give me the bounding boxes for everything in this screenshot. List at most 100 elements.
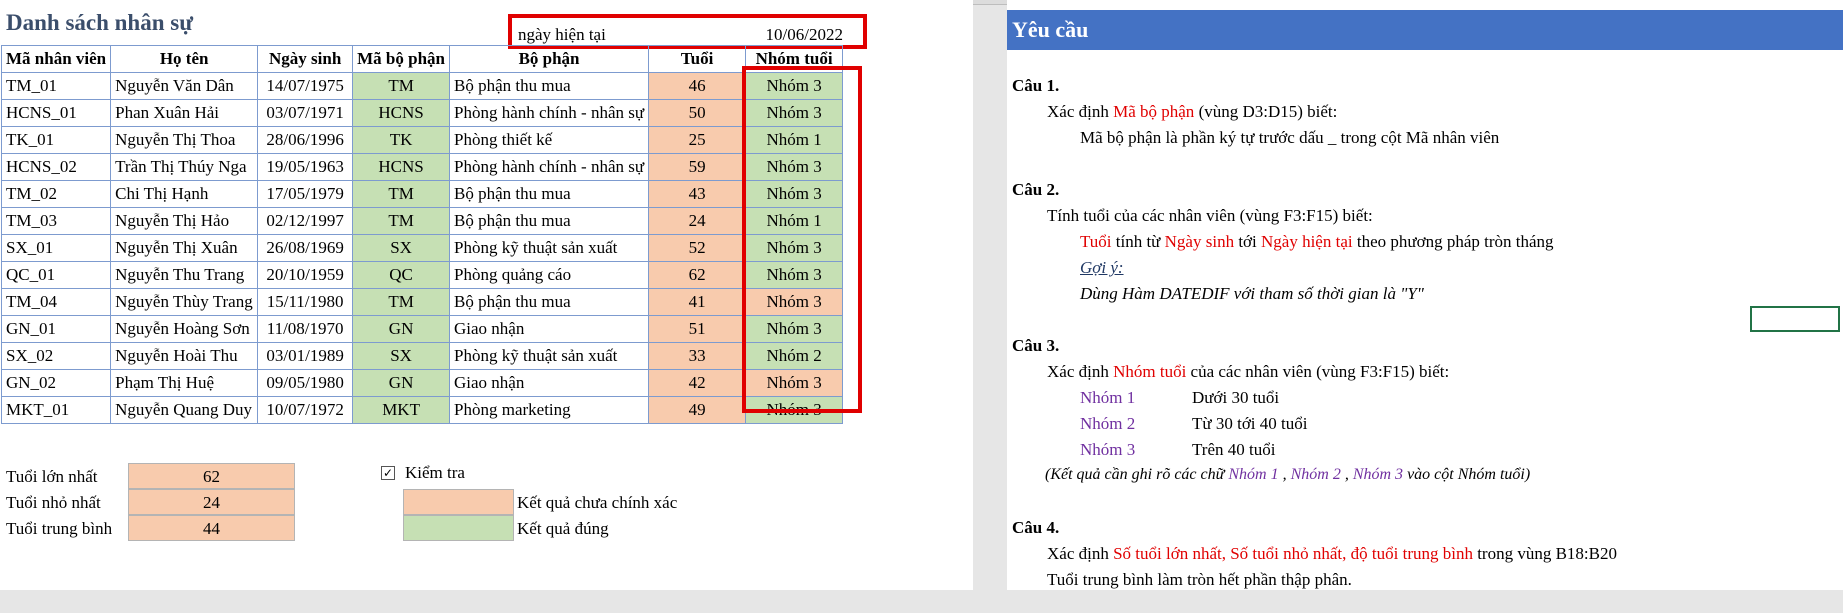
employee-id-cell[interactable]: GN_01 — [0, 315, 112, 343]
age-cell[interactable]: 41 — [648, 288, 747, 316]
full-name-cell[interactable]: Nguyễn Hoàng Sơn — [110, 315, 259, 343]
full-name-cell[interactable]: Nguyễn Hoài Thu — [110, 342, 259, 370]
department-cell[interactable]: Bộ phận thu mua — [449, 72, 650, 100]
current-date-value[interactable]: 10/06/2022 — [766, 25, 843, 45]
employee-id-cell[interactable]: HCNS_02 — [0, 153, 112, 181]
age-cell[interactable]: 46 — [648, 72, 747, 100]
q3-heading: Câu 3. — [1012, 336, 1060, 355]
table-row: HCNS_01 Phan Xuân Hải 03/07/1971 HCNS Phòng … — [0, 99, 844, 127]
header-cell[interactable]: Họ tên — [110, 45, 259, 73]
full-name-cell[interactable]: Trần Thị Thúy Nga — [110, 153, 259, 181]
department-cell[interactable]: Phòng thiết kế — [449, 126, 650, 154]
header-cell[interactable]: Mã nhân viên — [0, 45, 112, 73]
q1-heading: Câu 1. — [1012, 76, 1060, 95]
age-cell[interactable]: 59 — [648, 153, 747, 181]
dept-code-cell[interactable]: MKT — [352, 396, 451, 424]
department-cell[interactable]: Bộ phận thu mua — [449, 180, 650, 208]
department-cell[interactable]: Phòng marketing — [449, 396, 650, 424]
age-cell[interactable]: 49 — [648, 396, 747, 424]
q3-group1-name: Nhóm 1 — [1080, 388, 1136, 407]
birth-date-cell[interactable]: 03/01/1989 — [257, 342, 354, 370]
department-cell[interactable]: Phòng kỹ thuật sản xuất — [449, 342, 650, 370]
employee-id-cell[interactable]: HCNS_01 — [0, 99, 112, 127]
full-name-cell[interactable]: Nguyễn Thị Thoa — [110, 126, 259, 154]
employee-id-cell[interactable]: SX_01 — [0, 234, 112, 262]
age-cell[interactable]: 50 — [648, 99, 747, 127]
employee-id-cell[interactable]: MKT_01 — [0, 396, 112, 424]
employee-id-cell[interactable]: TM_01 — [0, 72, 112, 100]
department-cell[interactable]: Giao nhận — [449, 369, 650, 397]
q4-heading: Câu 4. — [1012, 518, 1060, 537]
full-name-cell[interactable]: Nguyễn Quang Duy — [110, 396, 259, 424]
employee-id-cell[interactable]: TM_03 — [0, 207, 112, 235]
department-cell[interactable]: Phòng hành chính - nhân sự — [449, 99, 650, 127]
employee-id-cell[interactable]: TM_02 — [0, 180, 112, 208]
dept-code-cell[interactable]: TK — [352, 126, 451, 154]
dept-code-cell[interactable]: HCNS — [352, 99, 451, 127]
dept-code-cell[interactable]: TM — [352, 180, 451, 208]
age-cell[interactable]: 43 — [648, 180, 747, 208]
employee-id-cell[interactable]: TK_01 — [0, 126, 112, 154]
department-cell[interactable]: Bộ phận thu mua — [449, 288, 650, 316]
department-cell[interactable]: Phòng quảng cáo — [449, 261, 650, 289]
employee-table: Mã nhân viên Họ tên Ngày sinh Mã bộ phận… — [0, 45, 844, 424]
age-cell[interactable]: 62 — [648, 261, 747, 289]
birth-date-cell[interactable]: 19/05/1963 — [257, 153, 354, 181]
dept-code-cell[interactable]: GN — [352, 315, 451, 343]
age-cell[interactable]: 42 — [648, 369, 747, 397]
age-cell[interactable]: 24 — [648, 207, 747, 235]
department-cell[interactable]: Bộ phận thu mua — [449, 207, 650, 235]
dept-code-cell[interactable]: QC — [352, 261, 451, 289]
department-cell[interactable]: Phòng hành chính - nhân sự — [449, 153, 650, 181]
birth-date-cell[interactable]: 26/08/1969 — [257, 234, 354, 262]
employee-id-cell[interactable]: GN_02 — [0, 369, 112, 397]
dept-code-cell[interactable]: TM — [352, 288, 451, 316]
full-name-cell[interactable]: Nguyễn Thị Hảo — [110, 207, 259, 235]
header-cell[interactable]: Bộ phận — [449, 45, 650, 73]
header-cell[interactable]: Mã bộ phận — [352, 45, 451, 73]
department-cell[interactable]: Phòng kỹ thuật sản xuất — [449, 234, 650, 262]
check-checkbox[interactable]: ✓ — [381, 466, 395, 480]
dept-code-cell[interactable]: TM — [352, 72, 451, 100]
full-name-cell[interactable]: Chi Thị Hạnh — [110, 180, 259, 208]
dept-code-cell[interactable]: SX — [352, 342, 451, 370]
dept-code-cell[interactable]: HCNS — [352, 153, 451, 181]
avg-age-value[interactable]: 44 — [128, 515, 295, 541]
dept-code-cell[interactable]: TM — [352, 207, 451, 235]
max-age-value[interactable]: 62 — [128, 463, 295, 489]
min-age-value[interactable]: 24 — [128, 489, 295, 515]
birth-date-cell[interactable]: 11/08/1970 — [257, 315, 354, 343]
birth-date-cell[interactable]: 14/07/1975 — [257, 72, 354, 100]
full-name-cell[interactable]: Phạm Thị Huệ — [110, 369, 259, 397]
current-date-box[interactable]: ngày hiện tại 10/06/2022 — [508, 14, 867, 49]
birth-date-cell[interactable]: 02/12/1997 — [257, 207, 354, 235]
header-cell[interactable]: Tuổi — [648, 45, 747, 73]
full-name-cell[interactable]: Nguyễn Thu Trang — [110, 261, 259, 289]
full-name-cell[interactable]: Phan Xuân Hải — [110, 99, 259, 127]
dept-code-cell[interactable]: SX — [352, 234, 451, 262]
full-name-cell[interactable]: Nguyễn Thị Xuân — [110, 234, 259, 262]
department-cell[interactable]: Giao nhận — [449, 315, 650, 343]
table-row: HCNS_02 Trần Thị Thúy Nga 19/05/1963 HCNS Ph… — [0, 153, 844, 181]
birth-date-cell[interactable]: 03/07/1971 — [257, 99, 354, 127]
age-cell[interactable]: 52 — [648, 234, 747, 262]
age-cell[interactable]: 51 — [648, 315, 747, 343]
birth-date-cell[interactable]: 09/05/1980 — [257, 369, 354, 397]
birth-date-cell[interactable]: 10/07/1972 — [257, 396, 354, 424]
birth-date-cell[interactable]: 17/05/1979 — [257, 180, 354, 208]
age-cell[interactable]: 33 — [648, 342, 747, 370]
birth-date-cell[interactable]: 15/11/1980 — [257, 288, 354, 316]
employee-id-cell[interactable]: QC_01 — [0, 261, 112, 289]
full-name-cell[interactable]: Nguyễn Văn Dân — [110, 72, 259, 100]
employee-id-cell[interactable]: SX_02 — [0, 342, 112, 370]
age-cell[interactable]: 25 — [648, 126, 747, 154]
table-row: GN_02 Phạm Thị Huệ 09/05/1980 GN Giao nhận 42… — [0, 369, 844, 397]
header-cell[interactable]: Ngày sinh — [257, 45, 354, 73]
dept-code-cell[interactable]: GN — [352, 369, 451, 397]
birth-date-cell[interactable]: 28/06/1996 — [257, 126, 354, 154]
full-name-cell[interactable]: Nguyễn Thùy Trang — [110, 288, 259, 316]
birth-date-cell[interactable]: 20/10/1959 — [257, 261, 354, 289]
q2-hint-text: Dùng Hàm DATEDIF với tham số thời gian l… — [1080, 284, 1424, 303]
employee-id-cell[interactable]: TM_04 — [0, 288, 112, 316]
selected-cell[interactable] — [1750, 306, 1840, 332]
